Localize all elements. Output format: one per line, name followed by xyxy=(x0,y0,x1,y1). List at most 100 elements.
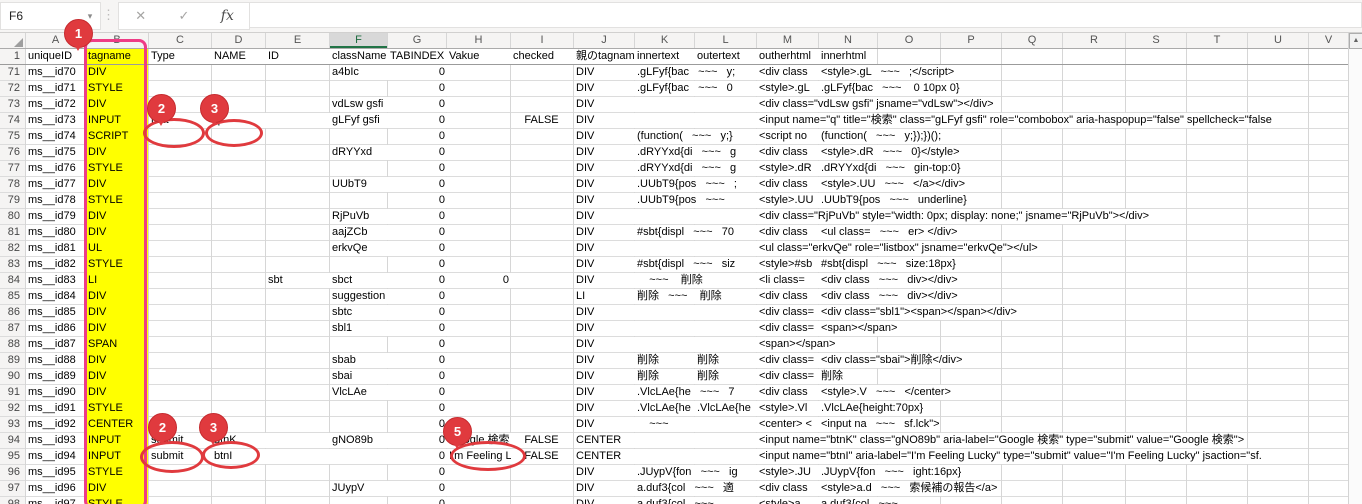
cell-G71[interactable]: 0 xyxy=(388,65,449,80)
cell-J81[interactable]: DIV xyxy=(574,225,636,240)
cell-M89[interactable]: <div class= xyxy=(757,353,820,368)
cell-G76[interactable]: 0 xyxy=(388,145,449,160)
cell-L1[interactable]: outertext xyxy=(695,49,758,64)
cell-J71[interactable]: DIV xyxy=(574,65,636,80)
cell-M72[interactable]: <style>.gL xyxy=(757,81,820,96)
cell-G98[interactable]: 0 xyxy=(388,497,449,504)
cell-N77[interactable]: .dRYYxd{di ~~~ gin-top:0} xyxy=(819,161,961,176)
column-header-M[interactable]: M xyxy=(757,33,818,48)
cell-N85[interactable]: <div class ~~~ div></div> xyxy=(819,289,958,304)
cell-N87[interactable]: <span></span> xyxy=(819,321,898,336)
cell-G84[interactable]: 0 xyxy=(388,273,449,288)
cell-A94[interactable]: ms__id93 xyxy=(26,433,87,448)
cell-K76[interactable]: .dRYYxd{di ~~~ g xyxy=(635,145,758,160)
cell-F84[interactable]: sbct xyxy=(330,273,389,288)
cell-M94[interactable]: <input name="btnK" class="gNO89b" aria-l… xyxy=(757,433,1245,448)
row-header-74[interactable]: 74 xyxy=(0,113,20,128)
cell-A81[interactable]: ms__id80 xyxy=(26,225,87,240)
cell-G86[interactable]: 0 xyxy=(388,305,449,320)
cell-E84[interactable]: sbt xyxy=(266,273,331,288)
row-header-71[interactable]: 71 xyxy=(0,65,20,80)
cell-A96[interactable]: ms__id95 xyxy=(26,465,87,480)
cell-G73[interactable]: 0 xyxy=(388,97,449,112)
cell-F82[interactable]: erkvQe xyxy=(330,241,389,256)
column-header-U[interactable]: U xyxy=(1248,33,1308,48)
row-header-90[interactable]: 90 xyxy=(0,369,20,384)
cell-M84[interactable]: <li class= xyxy=(757,273,820,288)
cell-M85[interactable]: <div class xyxy=(757,289,820,304)
cell-J76[interactable]: DIV xyxy=(574,145,636,160)
column-header-D[interactable]: D xyxy=(212,33,265,48)
cell-I1[interactable]: checked xyxy=(511,49,575,64)
cell-G80[interactable]: 0 xyxy=(388,209,449,224)
cell-F91[interactable]: VlcLAe xyxy=(330,385,389,400)
cell-J72[interactable]: DIV xyxy=(574,81,636,96)
cell-A78[interactable]: ms__id77 xyxy=(26,177,87,192)
cell-F85[interactable]: suggestion xyxy=(330,289,389,304)
cell-F87[interactable]: sbl1 xyxy=(330,321,389,336)
cell-A97[interactable]: ms__id96 xyxy=(26,481,87,496)
cell-A87[interactable]: ms__id86 xyxy=(26,321,87,336)
cell-N97[interactable]: <style>a.d ~~~ 索候補の報告</a> xyxy=(819,481,998,496)
cell-G77[interactable]: 0 xyxy=(388,161,449,176)
cell-N75[interactable]: (function( ~~~ y;});})(); xyxy=(819,129,942,144)
cell-E1[interactable]: ID xyxy=(266,49,331,64)
row-header-84[interactable]: 84 xyxy=(0,273,20,288)
cell-G91[interactable]: 0 xyxy=(388,385,449,400)
cell-G87[interactable]: 0 xyxy=(388,321,449,336)
cell-N96[interactable]: .JUypV{fon ~~~ ight:16px} xyxy=(819,465,962,480)
cell-G85[interactable]: 0 xyxy=(388,289,449,304)
cell-G82[interactable]: 0 xyxy=(388,241,449,256)
cell-K72[interactable]: .gLFyf{bac ~~~ 0 xyxy=(635,81,758,96)
column-header-Q[interactable]: Q xyxy=(1002,33,1062,48)
cell-K96[interactable]: .JUypV{fon ~~~ ig xyxy=(635,465,758,480)
row-header-95[interactable]: 95 xyxy=(0,449,20,464)
cell-F74[interactable]: gLFyf gsfi xyxy=(330,113,389,128)
cell-J1[interactable]: 親のtagname xyxy=(574,49,636,64)
cell-A98[interactable]: ms__id97 xyxy=(26,497,87,504)
cell-N84[interactable]: <div class ~~~ div></div> xyxy=(819,273,958,288)
cell-A85[interactable]: ms__id84 xyxy=(26,289,87,304)
cell-M92[interactable]: <style>.Vl xyxy=(757,401,820,416)
cell-K77[interactable]: .dRYYxd{di ~~~ g xyxy=(635,161,758,176)
column-header-P[interactable]: P xyxy=(941,33,1001,48)
cell-M91[interactable]: <div class xyxy=(757,385,820,400)
cell-A74[interactable]: ms__id73 xyxy=(26,113,87,128)
cell-F78[interactable]: UUbT9 xyxy=(330,177,389,192)
cell-G95[interactable]: 0 xyxy=(388,449,449,464)
cell-A84[interactable]: ms__id83 xyxy=(26,273,87,288)
cell-G92[interactable]: 0 xyxy=(388,401,449,416)
row-header-92[interactable]: 92 xyxy=(0,401,20,416)
cell-F97[interactable]: JUypV xyxy=(330,481,389,496)
cell-M83[interactable]: <style>#sb xyxy=(757,257,820,272)
cell-K97[interactable]: a.duf3{col ~~~ 適 xyxy=(635,481,758,496)
row-header-85[interactable]: 85 xyxy=(0,289,20,304)
cell-N72[interactable]: .gLFyf{bac ~~~ 0 10px 0} xyxy=(819,81,960,96)
cell-J89[interactable]: DIV xyxy=(574,353,636,368)
cell-F71[interactable]: a4bIc xyxy=(330,65,389,80)
cell-M78[interactable]: <div class xyxy=(757,177,820,192)
cell-F76[interactable]: dRYYxd xyxy=(330,145,389,160)
column-header-S[interactable]: S xyxy=(1126,33,1186,48)
row-header-91[interactable]: 91 xyxy=(0,385,20,400)
cell-K85[interactable]: 削除 ~~~ 削除 xyxy=(635,289,758,304)
cell-K79[interactable]: .UUbT9{pos ~~~ xyxy=(635,193,758,208)
cell-J79[interactable]: DIV xyxy=(574,193,636,208)
cell-A71[interactable]: ms__id70 xyxy=(26,65,87,80)
vertical-scrollbar[interactable]: ▲ xyxy=(1348,33,1362,504)
cell-G93[interactable]: 0 xyxy=(388,417,449,432)
cell-I74[interactable]: FALSE xyxy=(511,113,572,128)
cell-J83[interactable]: DIV xyxy=(574,257,636,272)
cell-J87[interactable]: DIV xyxy=(574,321,758,336)
cell-K75[interactable]: (function( ~~~ y;} xyxy=(635,129,758,144)
cell-M73[interactable]: <div class="vdLsw gsfi" jsname="vdLsw"><… xyxy=(757,97,994,112)
row-header-75[interactable]: 75 xyxy=(0,129,20,144)
cell-M1[interactable]: outherhtml xyxy=(757,49,820,64)
cell-G89[interactable]: 0 xyxy=(388,353,449,368)
cell-A73[interactable]: ms__id72 xyxy=(26,97,87,112)
cell-N92[interactable]: .VlcLAe{height:70px} xyxy=(819,401,924,416)
cell-M71[interactable]: <div class xyxy=(757,65,820,80)
cell-J91[interactable]: DIV xyxy=(574,385,636,400)
cell-K81[interactable]: #sbt{displ ~~~ 70 xyxy=(635,225,758,240)
cell-G90[interactable]: 0 xyxy=(388,369,449,384)
